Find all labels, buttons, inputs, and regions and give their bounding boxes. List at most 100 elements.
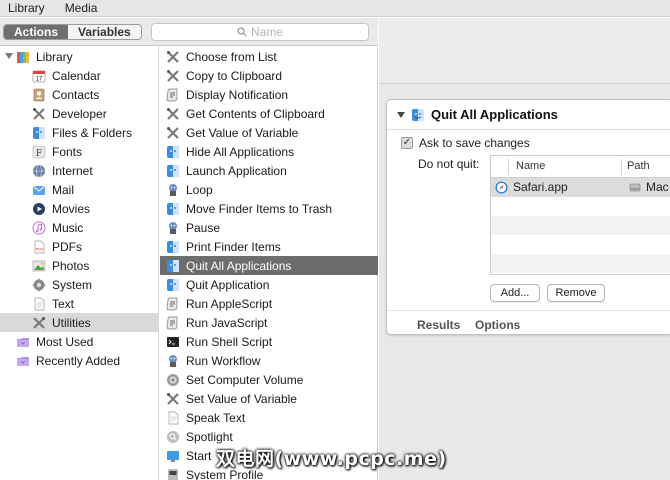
hard-drive-icon	[629, 183, 641, 192]
library-item-movies[interactable]: Movies	[0, 199, 159, 218]
library-stack-icon	[16, 50, 30, 64]
library-item-internet[interactable]: Internet	[0, 161, 159, 180]
search-input[interactable]: Name	[151, 23, 369, 41]
action-item-label: Get Contents of Clipboard	[186, 106, 325, 121]
library-item-files-folders[interactable]: Files & Folders	[0, 123, 159, 142]
action-item-move-finder-items-to-trash[interactable]: Move Finder Items to Trash	[160, 199, 378, 218]
action-item-quit-application[interactable]: Quit Application	[160, 275, 378, 294]
variables-segment[interactable]: Variables	[68, 25, 141, 39]
globe-icon	[32, 164, 46, 178]
action-item-choose-from-list[interactable]: Choose from List	[160, 47, 378, 66]
library-root[interactable]: Library	[0, 47, 159, 66]
actions-variables-segmented-control: Actions Variables	[3, 24, 142, 40]
library-item-system[interactable]: System	[0, 275, 159, 294]
movies-icon	[32, 202, 46, 216]
column-header-name[interactable]: Name	[516, 160, 545, 172]
add-button[interactable]: Add...	[490, 284, 540, 302]
action-item-set-computer-volume[interactable]: Set Computer Volume	[160, 370, 378, 389]
results-tab[interactable]: Results	[417, 318, 460, 332]
table-row[interactable]: Safari.app Mac	[491, 178, 670, 197]
table-row[interactable]	[491, 254, 670, 273]
tools-icon	[166, 126, 180, 140]
tools-icon	[166, 69, 180, 83]
action-item-pause[interactable]: Pause	[160, 218, 378, 237]
library-item-music[interactable]: Music	[0, 218, 159, 237]
action-item-display-notification[interactable]: Display Notification	[160, 85, 378, 104]
action-item-label: Run AppleScript	[186, 296, 273, 311]
terminal-icon	[166, 335, 180, 349]
library-item-text[interactable]: Text	[0, 294, 159, 313]
ask-to-save-checkbox[interactable]: ✓	[401, 137, 413, 149]
column-header-path[interactable]: Path	[627, 160, 650, 172]
text-icon	[166, 411, 180, 425]
remove-button[interactable]: Remove	[547, 284, 605, 302]
menu-library[interactable]: Library	[8, 1, 45, 15]
library-item-label: Movies	[52, 201, 91, 216]
table-row[interactable]	[491, 197, 670, 216]
library-item-label: Text	[52, 296, 75, 311]
table-row[interactable]	[491, 235, 670, 254]
smart-group-recently-added[interactable]: Recently Added	[0, 351, 159, 370]
mail-icon	[32, 183, 46, 197]
action-item-quit-all-applications[interactable]: Quit All Applications	[160, 256, 378, 275]
finder-icon	[32, 126, 46, 140]
library-item-fonts[interactable]: F Fonts	[0, 142, 159, 161]
action-item-run-applescript[interactable]: Run AppleScript	[160, 294, 378, 313]
action-item-run-shell-script[interactable]: Run Shell Script	[160, 332, 378, 351]
action-item-set-value-of-variable[interactable]: Set Value of Variable	[160, 389, 378, 408]
collapse-triangle-icon[interactable]	[397, 111, 405, 118]
library-item-mail[interactable]: Mail	[0, 180, 159, 199]
screensaver-icon	[166, 449, 180, 463]
action-item-loop[interactable]: Loop	[160, 180, 378, 199]
script-icon	[166, 297, 180, 311]
finder-icon	[166, 278, 180, 292]
table-header: Name Path	[491, 156, 670, 178]
library-item-label: Photos	[52, 258, 90, 273]
action-item-run-javascript[interactable]: Run JavaScript	[160, 313, 378, 332]
actions-list: Choose from List Copy to Clipboard Display…	[160, 47, 378, 480]
spotlight-icon	[166, 430, 180, 444]
action-item-label: Move Finder Items to Trash	[186, 201, 333, 216]
library-item-photos[interactable]: Photos	[0, 256, 159, 275]
script-icon	[166, 316, 180, 330]
library-item-contacts[interactable]: Contacts	[0, 85, 159, 104]
library-item-pdfs[interactable]: PDF PDFs	[0, 237, 159, 256]
action-item-get-value-of-variable[interactable]: Get Value of Variable	[160, 123, 378, 142]
disclosure-triangle-icon[interactable]	[5, 53, 13, 59]
action-item-print-finder-items[interactable]: Print Finder Items	[160, 237, 378, 256]
action-item-label: Hide All Applications	[186, 144, 295, 159]
options-tab[interactable]: Options	[475, 318, 520, 332]
action-item-hide-all-applications[interactable]: Hide All Applications	[160, 142, 378, 161]
action-item-label: Get Value of Variable	[186, 125, 299, 140]
actions-segment[interactable]: Actions	[4, 25, 69, 39]
library-item-label: PDFs	[52, 239, 82, 254]
svg-text:17: 17	[36, 76, 43, 82]
smart-group-most-used[interactable]: Most Used	[0, 332, 159, 351]
menu-media[interactable]: Media	[65, 1, 98, 15]
svg-text:F: F	[36, 149, 42, 159]
action-item-speak-text[interactable]: Speak Text	[160, 408, 378, 427]
profile-icon	[166, 468, 180, 480]
action-item-run-workflow[interactable]: Run Workflow	[160, 351, 378, 370]
library-item-label: Developer	[52, 106, 107, 121]
table-cell-name: Safari.app	[495, 180, 568, 194]
library-item-label: Mail	[52, 182, 75, 197]
action-item-label: Start	[186, 448, 212, 463]
quit-all-applications-action: Quit All Applications ✓ Ask to save chan…	[386, 99, 670, 335]
do-not-quit-table[interactable]: Name Path Safari.app Mac	[490, 155, 670, 275]
music-icon	[32, 221, 46, 235]
finder-icon	[166, 145, 180, 159]
action-header[interactable]: Quit All Applications	[387, 100, 670, 130]
table-row[interactable]	[491, 216, 670, 235]
library-item-utilities[interactable]: Utilities	[0, 313, 159, 332]
action-item-launch-application[interactable]: Launch Application	[160, 161, 378, 180]
calendar-icon: 17	[32, 69, 46, 83]
library-item-developer[interactable]: Developer	[0, 104, 159, 123]
action-item-label: Run Workflow	[186, 353, 261, 368]
action-item-get-contents-of-clipboard[interactable]: Get Contents of Clipboard	[160, 104, 378, 123]
do-not-quit-label: Do not quit:	[418, 157, 480, 171]
library-item-calendar[interactable]: 17 Calendar	[0, 66, 159, 85]
photos-icon	[32, 259, 46, 273]
action-item-copy-to-clipboard[interactable]: Copy to Clipboard	[160, 66, 378, 85]
system-icon	[32, 278, 46, 292]
